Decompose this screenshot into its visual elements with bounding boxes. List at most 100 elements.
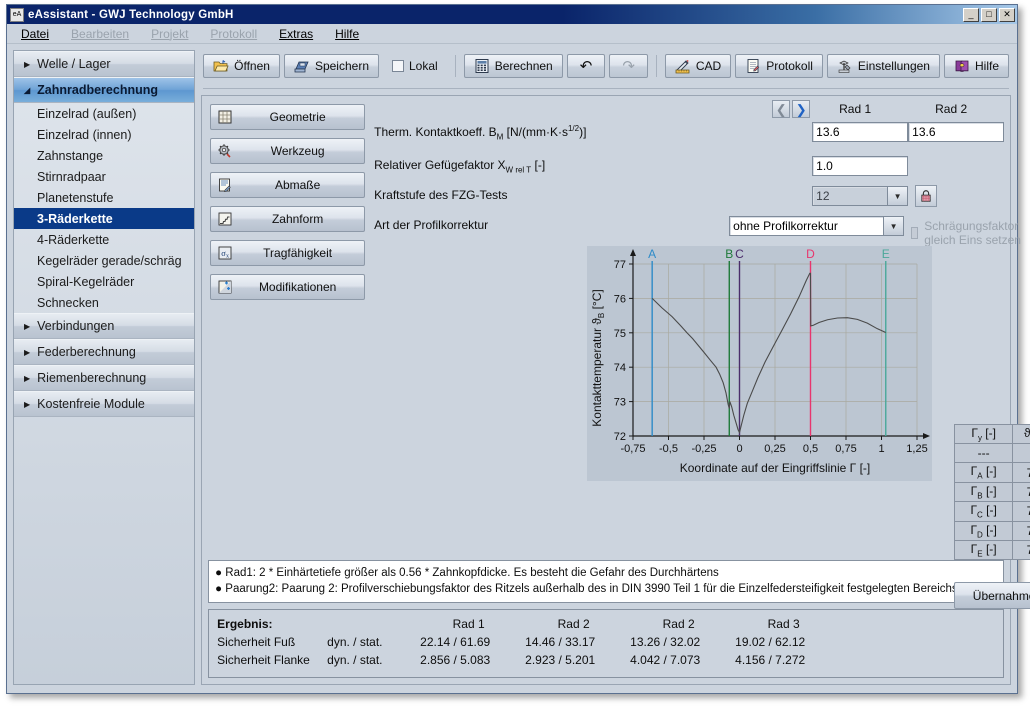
warning-message: ● Paarung2: Paarung 2: Profilverschiebun… [215,581,997,598]
column-header-rad2: Rad 2 [935,102,967,116]
open-button[interactable]: Öffnen [203,54,280,78]
sidebar-item-einzelrad-innen[interactable]: Einzelrad (innen) [14,124,194,145]
save-button[interactable]: Speichern [284,54,379,78]
sidebar-item-stirnradpaar[interactable]: Stirnradpaar [14,166,194,187]
input-thermal-contact-rad1[interactable]: 13.6 [812,122,908,142]
redo-button[interactable]: ↷ [609,54,648,78]
next-button[interactable]: ❯ [792,100,810,118]
svg-text:-0,25: -0,25 [692,443,717,455]
results-filler [832,651,995,669]
cad-button[interactable]: CAD [665,54,731,78]
svg-text:Koordinate auf der Eingriffsli: Koordinate auf der Eingriffslinie Γ [-] [680,461,871,475]
checkbox-helix-factor-one[interactable]: Schrägungsfaktor gleich Eins setzen [911,219,1023,247]
sidebar-item-3-raederkette[interactable]: 3-Räderkette [14,208,194,229]
svg-text:1: 1 [879,443,885,455]
svg-text:0: 0 [737,443,743,455]
table-row: ΓE [-]75.01 [955,540,1030,559]
lock-icon [919,189,933,203]
module-tab-buttons: Geometrie Werkzeug [210,104,365,300]
sidebar-item-einzelrad-aussen[interactable]: Einzelrad (außen) [14,103,194,124]
tab-tragfaehigkeit[interactable]: σ x Tragfähigkeit [210,240,365,266]
chevron-down-icon: ◢ [24,86,30,95]
menu-extras[interactable]: Extras [279,27,313,41]
local-checkbox[interactable]: Lokal [383,54,447,78]
sidebar-item-zahnstange[interactable]: Zahnstange [14,145,194,166]
sidebar-group-riemenberechnung[interactable]: ▶ Riemenberechnung [14,365,194,391]
sidebar-group-label: Zahnradberechnung [37,83,158,97]
menu-protokoll[interactable]: Protokoll [210,27,257,41]
minimize-button[interactable]: _ [963,8,979,22]
maximize-button[interactable]: □ [981,8,997,22]
sidebar-item-spiral-kegelraeder[interactable]: Spiral-Kegelräder [14,271,194,292]
apply-button[interactable]: Übernahme [954,582,1030,609]
table-cell-gamma: ΓC [-] [955,502,1013,521]
table-cell-temperature: 75.01 [1013,540,1030,559]
sidebar-item-label: Schnecken [37,296,99,310]
window-title: eAssistant - GWJ Technology GmbH [28,9,963,21]
sidebar-item-kegelraeder[interactable]: Kegelräder gerade/schräg [14,250,194,271]
toolbar-divider [203,88,1009,89]
svg-text:Kontakttemperatur ϑB [°C]: Kontakttemperatur ϑB [°C] [590,289,606,426]
svg-text:D: D [806,247,815,261]
chevron-down-icon[interactable]: ▼ [884,216,904,236]
svg-text:77: 77 [614,259,626,271]
label-profile-correction: Art der Profilkorrektur [374,218,488,232]
protocol-button[interactable]: Protokoll [735,54,823,78]
chevron-right-icon: ▶ [24,60,30,69]
chevron-down-icon[interactable]: ▼ [888,186,908,206]
results-value: 14.46 / 33.17 [517,633,622,651]
contact-temperature-chart: -0,75-0,5-0,2500,250,50,7511,25727374757… [587,246,932,481]
menu-bearbeiten[interactable]: Bearbeiten [71,27,129,41]
close-button[interactable]: ✕ [999,8,1015,22]
sidebar-group-kostenfreie-module[interactable]: ▶ Kostenfreie Module [14,391,194,417]
results-value: 19.02 / 62.12 [727,633,832,651]
sidebar-item-planetenstufe[interactable]: Planetenstufe [14,187,194,208]
svg-text:B: B [725,247,733,261]
sidebar-group-verbindungen[interactable]: ▶ Verbindungen [14,313,194,339]
record-nav: ❮ ❯ [772,100,810,118]
tab-abmasse-label: Abmaße [241,178,364,192]
table-cell-temperature: 76.73 [1013,521,1030,540]
menu-datei[interactable]: Datei [21,27,49,41]
results-col-rad1: Rad 1 [412,615,517,633]
prev-button[interactable]: ❮ [772,100,790,118]
protocol-button-label: Protokoll [766,59,813,73]
chevron-right-icon: ▶ [24,374,30,383]
menu-extras-label: Extras [279,27,313,41]
sidebar-group-welle-lager[interactable]: ▶ Welle / Lager [14,51,194,77]
results-col-rad2b: Rad 2 [622,615,727,633]
title-bar: eA eAssistant - GWJ Technology GmbH _ □ … [7,5,1017,24]
combo-profile-correction[interactable]: ohne Profilkorrektur ▼ [729,216,904,236]
sidebar-group-federberechnung[interactable]: ▶ Federberechnung [14,339,194,365]
tab-geometrie[interactable]: Geometrie [210,104,365,130]
window-body: ▶ Welle / Lager ◢ Zahnradberechnung Einz… [7,44,1017,693]
sidebar-item-schnecken[interactable]: Schnecken [14,292,194,313]
undo-button[interactable]: ↶ [567,54,606,78]
calculator-icon [474,58,490,74]
floppy-disk-icon [294,58,310,74]
help-button[interactable]: Hilfe [944,54,1009,78]
sidebar-group-zahnradberechnung[interactable]: ◢ Zahnradberechnung [14,77,194,103]
book-icon [954,58,970,74]
settings-button[interactable]: Einstellungen [827,54,940,78]
menu-hilfe[interactable]: Hilfe [335,27,359,41]
tab-abmasse[interactable]: Abmaße [210,172,365,198]
combo-fzg-load-stage[interactable]: 12 ▼ [812,186,908,206]
sidebar-item-4-raederkette[interactable]: 4-Räderkette [14,229,194,250]
tooth-profile-icon [217,211,233,227]
results-value: 22.14 / 61.69 [412,633,517,651]
input-relative-structure-factor[interactable]: 1.0 [812,156,908,176]
menu-projekt[interactable]: Projekt [151,27,188,41]
tab-werkzeug[interactable]: Werkzeug [210,138,365,164]
table-row: Sicherheit Flanke dyn. / stat. 2.856 / 5… [217,651,995,669]
input-thermal-contact-rad2[interactable]: 13.6 [908,122,1004,142]
menu-hilfe-label: Hilfe [335,27,359,41]
chart-canvas: -0,75-0,5-0,2500,250,50,7511,25727374757… [587,246,932,481]
lock-toggle-button[interactable] [915,185,937,207]
svg-text:-0,5: -0,5 [659,443,678,455]
tab-modifikationen[interactable]: Modifikationen [210,274,365,300]
tab-zahnform[interactable]: Zahnform [210,206,365,232]
calculate-button[interactable]: Berechnen [464,54,563,78]
label-thermal-contact: Therm. Kontaktkoeff. BM [N/(mm·K·s1/2)] [374,124,586,141]
app-icon: eA [10,8,24,22]
